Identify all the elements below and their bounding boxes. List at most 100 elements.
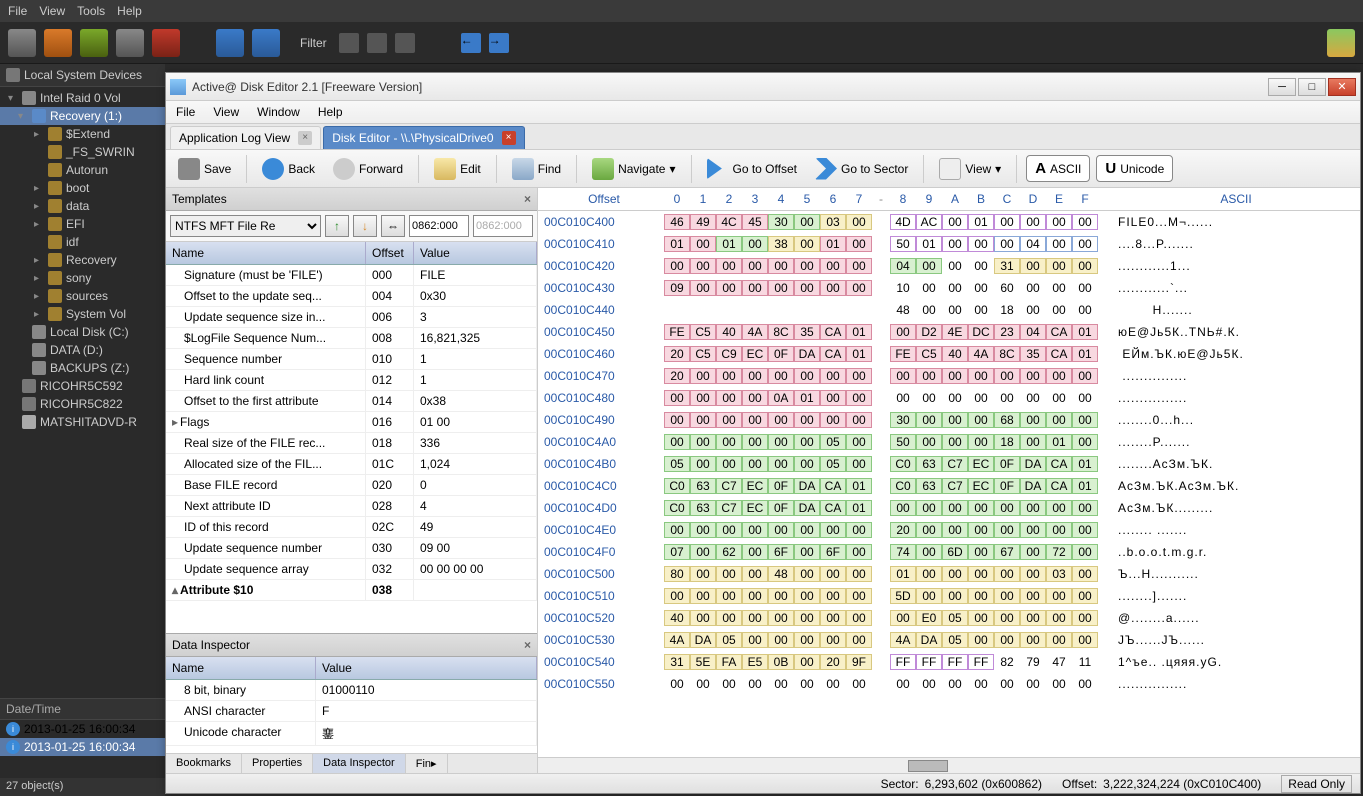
hex-byte[interactable]: 00 <box>768 610 794 626</box>
hex-byte[interactable]: 82 <box>994 655 1020 669</box>
hex-byte[interactable]: 00 <box>820 258 846 274</box>
view-button[interactable]: View▾ <box>933 154 1007 184</box>
hex-byte[interactable]: 00 <box>994 610 1020 626</box>
hex-byte[interactable]: 63 <box>690 478 716 494</box>
hex-byte[interactable]: 00 <box>690 588 716 604</box>
hex-byte[interactable]: 00 <box>794 412 820 428</box>
inner-menu-view[interactable]: View <box>213 105 239 119</box>
hex-byte[interactable]: 00 <box>942 434 968 450</box>
hex-row[interactable]: 00C010C46020C5C9EC0FDACA01FEC5404A8C35CA… <box>538 343 1360 365</box>
hex-byte[interactable]: 00 <box>664 677 690 691</box>
expand-icon[interactable]: ▸ <box>34 309 44 320</box>
title-bar[interactable]: Active@ Disk Editor 2.1 [Freeware Versio… <box>166 73 1360 101</box>
hex-byte[interactable]: 00 <box>916 500 942 516</box>
hex-byte[interactable]: 00 <box>916 303 942 317</box>
hex-row[interactable]: 00C010C40046494C45300003004DAC0001000000… <box>538 211 1360 233</box>
hex-byte[interactable]: 00 <box>794 214 820 230</box>
hex-byte[interactable]: 01 <box>794 390 820 406</box>
hex-byte[interactable]: 00 <box>768 456 794 472</box>
hex-byte[interactable]: 0F <box>768 346 794 362</box>
goto-sector-button[interactable]: Go to Sector <box>809 154 914 184</box>
hex-byte[interactable]: 00 <box>1072 677 1098 691</box>
hex-byte[interactable]: 00 <box>794 258 820 274</box>
hex-byte[interactable]: 00 <box>942 368 968 384</box>
hex-byte[interactable]: FE <box>890 346 916 362</box>
hex-byte[interactable]: 00 <box>968 303 994 317</box>
inspector-tab[interactable]: Data Inspector <box>313 754 406 773</box>
hex-byte[interactable]: 31 <box>664 654 690 670</box>
arrow-right-icon[interactable]: → <box>489 33 509 53</box>
hex-byte[interactable]: 8C <box>768 324 794 340</box>
hex-byte[interactable]: 04 <box>1020 324 1046 340</box>
template-row[interactable]: Base FILE record0200 <box>166 475 537 496</box>
hex-byte[interactable]: 00 <box>690 412 716 428</box>
hex-byte[interactable]: 30 <box>890 412 916 428</box>
hex-byte[interactable]: 03 <box>1046 566 1072 582</box>
hex-byte[interactable]: 00 <box>1020 368 1046 384</box>
hex-byte[interactable]: 62 <box>716 544 742 560</box>
hex-byte[interactable]: 00 <box>664 522 690 538</box>
scan-icon[interactable] <box>8 29 36 57</box>
hex-byte[interactable]: 00 <box>690 456 716 472</box>
hex-byte[interactable]: 38 <box>768 236 794 252</box>
offset-input-2[interactable] <box>473 215 533 237</box>
hex-byte[interactable]: 00 <box>994 391 1020 405</box>
hex-byte[interactable]: 00 <box>1072 434 1098 450</box>
hex-byte[interactable]: 00 <box>942 236 968 252</box>
hex-byte[interactable]: C0 <box>890 456 916 472</box>
hex-byte[interactable]: 01 <box>890 566 916 582</box>
hex-row[interactable]: 00C010C540315EFAE50B00209FFFFFFFFF827947… <box>538 651 1360 673</box>
tree-item[interactable]: ▸Recovery <box>0 251 165 269</box>
hex-byte[interactable]: C0 <box>890 478 916 494</box>
find-button[interactable]: Find <box>506 154 567 184</box>
hex-byte[interactable]: 00 <box>1046 522 1072 538</box>
device-tree[interactable]: ▾Intel Raid 0 Vol▾Recovery (1:)▸$Extend_… <box>0 87 165 433</box>
hex-byte[interactable]: 00 <box>994 368 1020 384</box>
hex-byte[interactable]: 20 <box>664 368 690 384</box>
hex-byte[interactable]: 00 <box>1020 214 1046 230</box>
hex-byte[interactable]: 01 <box>1072 346 1098 362</box>
hex-byte[interactable]: 00 <box>1072 214 1098 230</box>
hex-byte[interactable]: 00 <box>690 677 716 691</box>
template-row[interactable]: Offset to the first attribute0140x38 <box>166 391 537 412</box>
tree-item[interactable]: ▸EFI <box>0 215 165 233</box>
hex-byte[interactable]: 00 <box>794 654 820 670</box>
filter-icon-1[interactable] <box>339 33 359 53</box>
hex-byte[interactable]: 00 <box>1020 610 1046 626</box>
hex-byte[interactable]: 00 <box>1072 303 1098 317</box>
hex-byte[interactable]: 00 <box>1046 368 1072 384</box>
filter-icon-2[interactable] <box>367 33 387 53</box>
hex-byte[interactable]: 00 <box>916 368 942 384</box>
hex-byte[interactable]: 01 <box>820 236 846 252</box>
navigate-button[interactable]: Navigate▾ <box>586 154 681 184</box>
hex-byte[interactable]: 00 <box>968 522 994 538</box>
template-row[interactable]: Hard link count0121 <box>166 370 537 391</box>
hex-byte[interactable]: 00 <box>846 412 872 428</box>
hex-byte[interactable]: 00 <box>794 588 820 604</box>
hex-byte[interactable]: 05 <box>942 610 968 626</box>
tree-item[interactable]: MATSHITADVD-R <box>0 413 165 431</box>
hex-byte[interactable]: 0A <box>768 390 794 406</box>
hex-byte[interactable]: 00 <box>994 566 1020 582</box>
hex-byte[interactable]: CA <box>820 346 846 362</box>
down-button[interactable]: ↓ <box>353 215 377 237</box>
hex-byte[interactable]: 00 <box>690 258 716 274</box>
hex-byte[interactable]: C7 <box>716 500 742 516</box>
hex-byte[interactable]: 00 <box>1020 303 1046 317</box>
hex-row[interactable]: 00C010C480000000000A01000000000000000000… <box>538 387 1360 409</box>
tree-item[interactable]: ▾Intel Raid 0 Vol <box>0 89 165 107</box>
hex-row[interactable]: 00C010C410010001003800010050010000000400… <box>538 233 1360 255</box>
hex-byte[interactable]: 00 <box>846 280 872 296</box>
hex-byte[interactable]: 00 <box>742 610 768 626</box>
hex-byte[interactable]: 00 <box>690 236 716 252</box>
hex-byte[interactable]: FF <box>942 654 968 670</box>
hex-byte[interactable]: 50 <box>890 434 916 450</box>
hex-byte[interactable]: 31 <box>994 258 1020 274</box>
hex-byte[interactable]: C5 <box>690 324 716 340</box>
inspector-row[interactable]: Unicode character䥆 <box>166 722 537 746</box>
template-row[interactable]: Signature (must be 'FILE')000FILE <box>166 265 537 286</box>
hex-byte[interactable]: 00 <box>1020 566 1046 582</box>
hex-byte[interactable]: 00 <box>768 412 794 428</box>
filter-icon-3[interactable] <box>395 33 415 53</box>
hex-byte[interactable]: 00 <box>716 610 742 626</box>
